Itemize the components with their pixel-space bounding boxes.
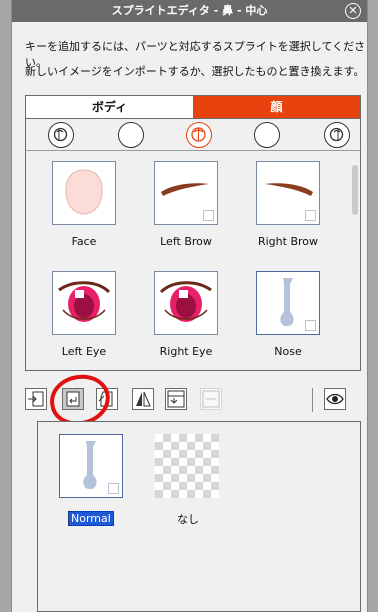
sprite-label: Left Brow	[160, 235, 212, 248]
svg-icon	[202, 390, 220, 408]
sprite-label: Left Eye	[61, 345, 107, 358]
svg-button[interactable]	[200, 388, 222, 410]
sprite-item-nose[interactable]: Nose	[238, 271, 338, 358]
sprite-editor-window: スプライトエディタ - 鼻 - 中心 ✕ キーを追加するには、パーツと対応するス…	[11, 0, 368, 612]
sprite-item-face[interactable]: Face	[34, 161, 134, 248]
angle-selector	[25, 119, 361, 151]
image-settings-icon	[167, 390, 185, 408]
tab-body[interactable]: ボディ	[26, 96, 193, 118]
toolbar-divider	[312, 388, 313, 412]
sprite-label: Face	[71, 235, 97, 248]
sprite-item-right-eye[interactable]: Right Eye	[136, 271, 236, 358]
instruction-line-2: 新しいイメージをインポートするか、選択したものと置き換えます。	[25, 65, 365, 78]
window-title: スプライトエディタ - 鼻 - 中心	[111, 4, 268, 17]
title-bar: スプライトエディタ - 鼻 - 中心 ✕	[12, 0, 367, 22]
sprite-grid: Face Left Brow Right Brow Left Eye Right…	[25, 151, 361, 371]
variant-normal-thumb[interactable]	[59, 434, 123, 498]
empty-angle-icon[interactable]	[254, 122, 280, 148]
sprite-item-right-brow[interactable]: Right Brow	[238, 161, 338, 248]
nose-sprite	[256, 271, 320, 335]
head-right-icon[interactable]	[324, 122, 350, 148]
image-icon	[305, 320, 316, 331]
sprite-item-left-brow[interactable]: Left Brow	[136, 161, 236, 248]
tab-face[interactable]: 顔	[193, 96, 360, 118]
face-sprite	[52, 161, 116, 225]
import-icon	[28, 391, 44, 407]
sprite-label: Nose	[274, 345, 302, 358]
head-left-icon[interactable]	[48, 122, 74, 148]
head-front-icon[interactable]	[186, 122, 212, 148]
visibility-button[interactable]	[324, 388, 346, 410]
left-brow-sprite	[154, 161, 218, 225]
left-eye-sprite	[52, 271, 116, 335]
image-settings-button[interactable]	[165, 388, 187, 410]
close-circle-icon[interactable]: ✕	[345, 3, 361, 19]
sprite-item-left-eye[interactable]: Left Eye	[34, 271, 134, 358]
flip-icon	[136, 391, 151, 407]
flip-button[interactable]	[132, 388, 154, 410]
import-button[interactable]	[25, 388, 47, 410]
variant-label-normal[interactable]: Normal	[68, 511, 114, 526]
variant-label-none[interactable]: なし	[177, 511, 199, 527]
image-icon	[108, 483, 119, 494]
part-tabs: ボディ 顔	[25, 95, 361, 119]
right-eye-sprite	[154, 271, 218, 335]
empty-angle-icon[interactable]	[118, 122, 144, 148]
image-icon	[203, 210, 214, 221]
sprite-label: Right Brow	[257, 235, 319, 248]
variant-none-thumb[interactable]	[155, 434, 219, 498]
sprite-label: Right Eye	[159, 345, 213, 358]
scrollbar[interactable]	[352, 165, 358, 215]
variant-list: Normal なし	[37, 421, 361, 612]
right-brow-sprite	[256, 161, 320, 225]
image-icon	[305, 210, 316, 221]
eye-icon	[326, 393, 344, 405]
